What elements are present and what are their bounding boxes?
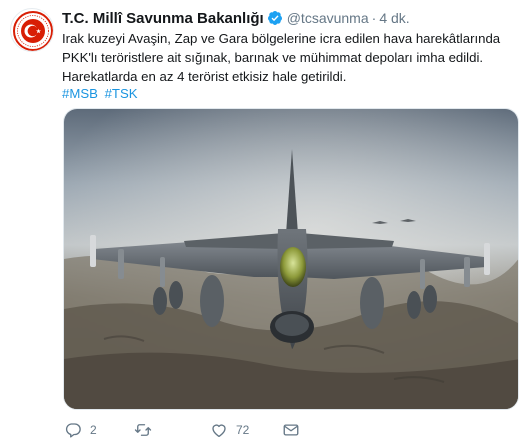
retweet-icon <box>134 424 152 436</box>
envelope-icon <box>283 424 299 436</box>
direct-message-button[interactable] <box>282 418 300 442</box>
author-handle[interactable]: @tcsavunma <box>287 10 369 26</box>
avatar[interactable] <box>10 8 54 52</box>
fighter-jet-photo <box>64 109 518 409</box>
author-name[interactable]: T.C. Millî Savunma Bakanlığı <box>62 10 264 27</box>
tweet-actions: 2 72 <box>62 418 522 442</box>
hashtags: #MSB #TSK <box>62 84 141 103</box>
tweet[interactable]: T.C. Millî Savunma Bakanlığı @tcsavunma · 4… <box>0 0 530 447</box>
reply-button[interactable]: 2 <box>64 418 97 442</box>
retweet-button[interactable] <box>134 418 160 442</box>
tweet-timestamp[interactable]: 4 dk. <box>379 10 409 26</box>
ministry-logo-icon <box>13 11 53 51</box>
verified-badge-icon <box>267 11 282 25</box>
tweet-text: Irak kuzeyi Avaşin, Zap ve Gara bölgeler… <box>62 31 501 84</box>
hashtag-msb[interactable]: #MSB <box>62 86 98 101</box>
hashtag-tsk[interactable]: #TSK <box>105 86 138 101</box>
separator: · <box>371 10 377 26</box>
reply-icon <box>65 423 81 438</box>
like-count: 72 <box>236 423 250 437</box>
tweet-header: T.C. Millî Savunma Bakanlığı @tcsavunma · 4… <box>62 8 410 28</box>
reply-count: 2 <box>90 423 97 437</box>
like-button[interactable]: 72 <box>210 418 249 442</box>
tweet-photo[interactable] <box>63 108 519 410</box>
heart-icon <box>212 424 226 438</box>
